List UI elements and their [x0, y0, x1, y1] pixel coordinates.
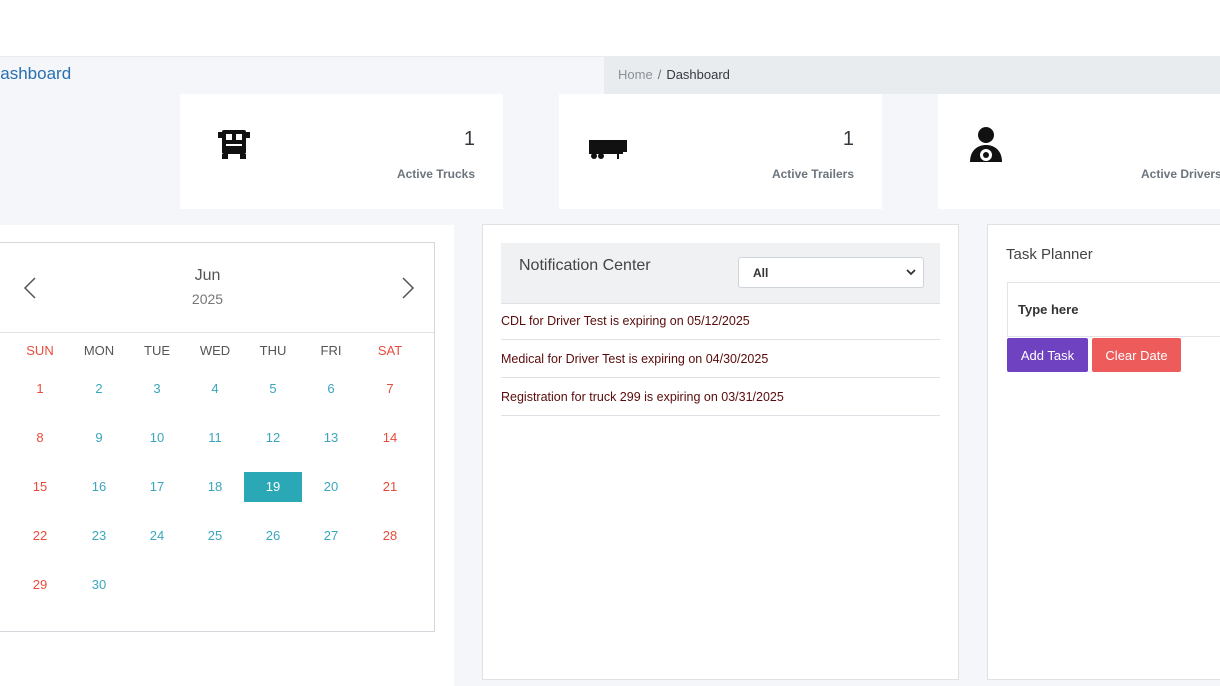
- calendar-day[interactable]: 11: [186, 423, 244, 453]
- calendar-day[interactable]: 10: [128, 423, 186, 453]
- calendar-day[interactable]: 25: [186, 521, 244, 551]
- calendar-day[interactable]: 4: [186, 374, 244, 404]
- task-planner: Task Planner Add Task Clear Date: [987, 224, 1220, 680]
- calendar-day[interactable]: 18: [186, 472, 244, 502]
- stat-card-trucks[interactable]: 1 Active Trucks: [180, 94, 503, 209]
- chevron-down-icon: [906, 269, 916, 276]
- breadcrumb-home-link[interactable]: Home: [618, 67, 653, 82]
- calendar-month: Jun: [194, 267, 221, 284]
- calendar-day[interactable]: 3: [128, 374, 186, 404]
- weekday-header: THU: [259, 343, 287, 358]
- calendar-day[interactable]: 21: [361, 472, 419, 502]
- stat-label: Active Trucks: [396, 167, 475, 181]
- stat-label: Active Trailers: [771, 167, 854, 181]
- calendar-day[interactable]: 7: [361, 374, 419, 404]
- calendar-day[interactable]: 6: [302, 374, 360, 404]
- notification-item[interactable]: Medical for Driver Test is expiring on 0…: [501, 341, 940, 378]
- calendar-day[interactable]: 14: [361, 423, 419, 453]
- calendar-day[interactable]: 1: [11, 374, 69, 404]
- calendar-day[interactable]: 5: [244, 374, 302, 404]
- weekday-header: SAT: [377, 343, 403, 358]
- calendar-day[interactable]: 28: [361, 521, 419, 551]
- calendar-day[interactable]: 17: [128, 472, 186, 502]
- calendar-day[interactable]: 15: [11, 472, 69, 502]
- calendar-day[interactable]: 2: [70, 374, 128, 404]
- breadcrumb-bar: Home / Dashboard: [604, 56, 1220, 94]
- chevron-right-icon[interactable]: [395, 273, 419, 303]
- calendar-panel: Jun 2025 SUN MON TUE WED THU FRI SAT 1 2 3 4 5 6 7 8 9 1…: [0, 225, 454, 686]
- weekday-header: TUE: [144, 343, 170, 358]
- page-title: Dashboard: [0, 64, 72, 83]
- stat-card-trailers[interactable]: 1 Active Trailers: [559, 94, 882, 209]
- truck-icon: [218, 130, 250, 159]
- task-planner-title: Task Planner: [1006, 246, 1093, 263]
- calendar-day[interactable]: 23: [70, 521, 128, 551]
- calendar-day[interactable]: 29: [11, 570, 69, 600]
- notification-header: Notification Center All: [501, 243, 940, 304]
- stat-label: Active Drivers: [1141, 167, 1220, 181]
- weekday-header: SUN: [26, 343, 54, 358]
- calendar-day-selected[interactable]: 19: [244, 472, 302, 502]
- trailer-icon: [589, 140, 627, 159]
- calendar: Jun 2025 SUN MON TUE WED THU FRI SAT 1 2 3 4 5 6 7 8 9 1…: [0, 242, 435, 632]
- calendar-day[interactable]: 13: [302, 423, 360, 453]
- calendar-day[interactable]: 8: [11, 423, 69, 453]
- notification-item[interactable]: Registration for truck 299 is expiring o…: [501, 379, 940, 416]
- notification-title: Notification Center: [519, 257, 651, 274]
- calendar-day[interactable]: 30: [70, 570, 128, 600]
- calendar-day[interactable]: 27: [302, 521, 360, 551]
- calendar-day[interactable]: 26: [244, 521, 302, 551]
- notification-center: Notification Center All CDL for Driver T…: [482, 224, 959, 680]
- calendar-day[interactable]: 9: [70, 423, 128, 453]
- driver-icon: [970, 127, 1002, 162]
- top-navbar: [0, 0, 1220, 57]
- calendar-day[interactable]: 24: [128, 521, 186, 551]
- breadcrumb: Home / Dashboard: [618, 67, 730, 82]
- calendar-year: 2025: [191, 291, 224, 307]
- calendar-day[interactable]: 16: [70, 472, 128, 502]
- stat-card-drivers[interactable]: Active Drivers: [938, 94, 1220, 209]
- notification-item[interactable]: CDL for Driver Test is expiring on 05/12…: [501, 303, 940, 340]
- stat-value: 1: [463, 128, 475, 150]
- add-task-button[interactable]: Add Task: [1007, 338, 1088, 372]
- calendar-day[interactable]: 12: [244, 423, 302, 453]
- calendar-day[interactable]: 20: [302, 472, 360, 502]
- weekday-header: MON: [83, 343, 115, 358]
- breadcrumb-separator: /: [657, 67, 662, 82]
- calendar-header: Jun 2025: [0, 243, 434, 333]
- breadcrumb-current: Dashboard: [666, 67, 730, 82]
- notification-filter-value: All: [753, 266, 769, 280]
- clear-date-button[interactable]: Clear Date: [1092, 338, 1181, 372]
- weekday-header: WED: [199, 343, 231, 358]
- task-input[interactable]: [1007, 282, 1220, 337]
- weekday-header: FRI: [320, 343, 342, 358]
- stat-value: 1: [842, 128, 854, 150]
- notification-filter-select[interactable]: All: [738, 257, 924, 288]
- calendar-day[interactable]: 22: [11, 521, 69, 551]
